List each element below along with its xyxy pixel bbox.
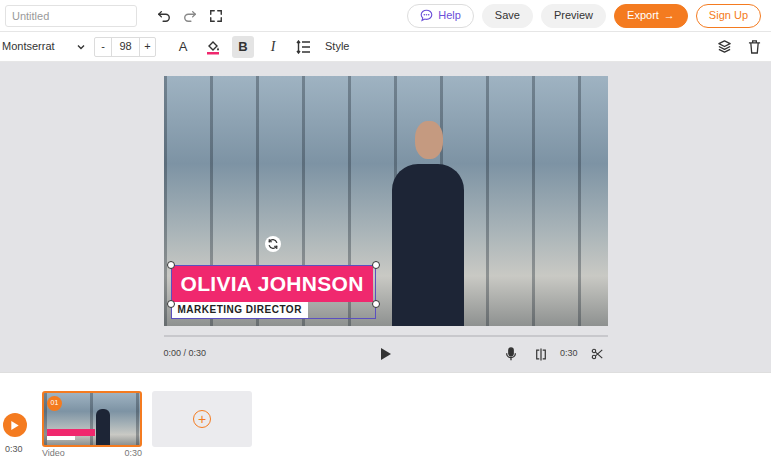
arrow-icon: → (664, 10, 675, 21)
thumbnail-subtitle-bar (47, 436, 75, 440)
play-icon[interactable] (375, 343, 397, 365)
timeline: 0:30 01Video0:30 + (0, 372, 771, 463)
decrease-size-button[interactable]: - (95, 38, 111, 56)
text-toolbar: Montserrat - 98 + A B I Style (0, 32, 771, 62)
split-icon[interactable] (530, 343, 552, 365)
increase-size-button[interactable]: + (139, 38, 155, 56)
preview-button[interactable]: Preview (541, 4, 606, 28)
save-button[interactable]: Save (482, 4, 533, 28)
chevron-down-icon (76, 42, 86, 52)
clip-number-badge: 01 (47, 396, 62, 411)
line-spacing-icon[interactable] (292, 36, 314, 58)
redo-icon[interactable] (179, 5, 201, 27)
timeline-controls: 0:30 (0, 373, 42, 463)
rotate-icon[interactable] (265, 236, 281, 252)
trash-icon[interactable] (743, 36, 765, 58)
add-clip-label: + (193, 410, 211, 428)
fill-color-icon[interactable] (202, 36, 224, 58)
top-bar: Help Save Preview Export → Sign Up (0, 0, 771, 32)
header-actions: Help Save Preview Export → Sign Up (407, 4, 761, 28)
player-controls: 0:00 / 0:30 0:30 (164, 343, 608, 365)
person-figure (392, 164, 464, 326)
font-dropdown[interactable]: Montserrat (2, 38, 86, 55)
selection-frame (171, 265, 376, 319)
thumbnail-title-bar (47, 429, 95, 436)
button-label: Export (627, 10, 659, 21)
resize-handle[interactable] (372, 300, 380, 308)
person-head (415, 121, 443, 159)
current-time: 0:00 / 0:30 (164, 348, 207, 358)
button-label: Preview (554, 10, 593, 21)
clip-thumbnail[interactable]: 01 (42, 391, 142, 447)
resize-handle[interactable] (167, 300, 175, 308)
button-label: Help (438, 10, 461, 21)
timeline-play-icon[interactable] (3, 413, 27, 437)
scrub-track[interactable] (164, 335, 608, 337)
resize-handle[interactable] (372, 261, 380, 269)
bold-button[interactable]: B (232, 36, 254, 58)
add-clip-button[interactable]: + (152, 391, 252, 447)
chat-icon (420, 9, 433, 22)
button-label: Save (495, 10, 520, 21)
button-label: Sign Up (709, 10, 748, 21)
layers-icon[interactable] (713, 36, 735, 58)
title-overlay[interactable]: OLIVIA JOHNSON MARKETING DIRECTOR (172, 266, 373, 318)
italic-button[interactable]: I (262, 36, 284, 58)
fullscreen-icon[interactable] (205, 5, 227, 27)
overlay-title[interactable]: OLIVIA JOHNSON (172, 266, 373, 302)
clip-list: 01 Video 0:30 + (42, 373, 252, 463)
clip-label: Video (42, 448, 65, 459)
export-button[interactable]: Export → (614, 4, 688, 28)
scissors-icon[interactable] (586, 343, 608, 365)
overlay-subtitle[interactable]: MARKETING DIRECTOR (172, 302, 308, 318)
duration: 0:30 (560, 347, 578, 361)
microphone-icon[interactable] (500, 343, 522, 365)
font-size-value[interactable]: 98 (111, 38, 139, 56)
font-name: Montserrat (2, 38, 55, 55)
text-color-button[interactable]: A (172, 36, 194, 58)
resize-handle[interactable] (167, 261, 175, 269)
title-field[interactable] (5, 5, 137, 27)
style-button[interactable]: Style (322, 36, 352, 58)
sign-up-button[interactable]: Sign Up (696, 4, 761, 28)
thumbnail-figure (96, 409, 110, 447)
undo-icon[interactable] (153, 5, 175, 27)
canvas-area: OLIVIA JOHNSON MARKETING DIRECTOR 0:00 /… (0, 62, 771, 372)
total-time: 0:30 (3, 443, 42, 457)
font-size-control: - 98 + (94, 37, 156, 57)
clip-card[interactable]: 01 Video 0:30 (42, 391, 142, 459)
help-button[interactable]: Help (407, 4, 474, 28)
clip-meta: Video 0:30 (42, 448, 142, 459)
clip-duration: 0:30 (124, 448, 142, 459)
video-preview[interactable]: OLIVIA JOHNSON MARKETING DIRECTOR (164, 76, 608, 326)
